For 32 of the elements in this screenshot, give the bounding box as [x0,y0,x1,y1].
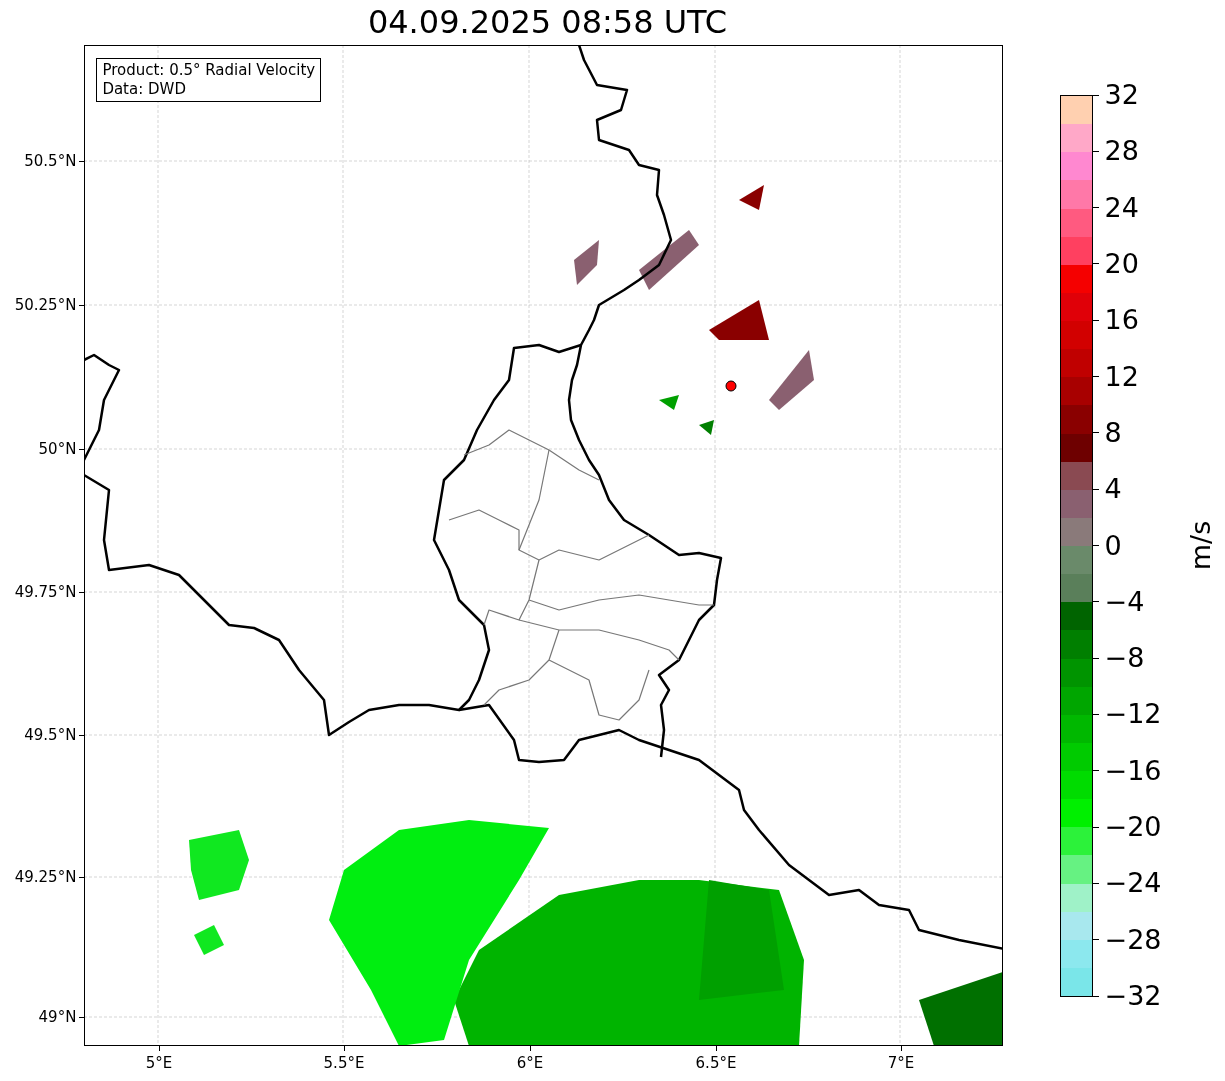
colorbar-label: m/s [1184,520,1216,571]
colorbar-tick-label: 12 [1104,361,1139,392]
axis-tick-label: 5°E [145,1054,173,1072]
axis-tick-label: 50.25°N [14,296,77,314]
colorbar-tick-label: 32 [1104,80,1139,110]
chart-title: 04.09.2025 08:58 UTC [366,2,729,43]
axis-tick-label: 49.5°N [24,726,77,744]
colorbar-tick-label: 28 [1104,136,1139,167]
colorbar-tick-label: −24 [1104,868,1162,899]
axis-tick-label: 7°E [887,1054,915,1072]
colorbar-tick-label: −16 [1104,755,1162,786]
colorbar-tick-label: 4 [1104,474,1122,505]
colorbar-tick-label: 24 [1104,192,1139,223]
axis-tick-label: 49.25°N [14,868,77,886]
axis-tick-label: 50°N [38,440,77,458]
colorbar-tick-label: −4 [1104,586,1145,617]
axis-tick-label: 50.5°N [24,152,77,170]
colorbar-tick-label: −8 [1104,643,1145,674]
axis-tick-label: 49.75°N [14,583,77,601]
colorbar-tick-label: 16 [1104,305,1139,336]
axis-tick-label: 49°N [38,1008,77,1026]
colorbar-tick-label: −28 [1104,924,1162,955]
colorbar-tick-label: −12 [1104,699,1162,730]
colorbar-tick-label: 0 [1104,530,1122,561]
axis-tick-label: 5.5°E [323,1054,365,1072]
colorbar-tick-label: 8 [1104,417,1122,448]
colorbar-tick-label: −20 [1104,812,1162,843]
axis-tick-label: 6°E [516,1054,544,1072]
axis-tick-label: 6.5°E [695,1054,737,1072]
colorbar-tick-label: 20 [1104,248,1139,279]
colorbar-tick-label: −32 [1104,981,1162,1011]
legend-box: Product: 0.5° Radial Velocity Data: DWD [96,58,322,102]
